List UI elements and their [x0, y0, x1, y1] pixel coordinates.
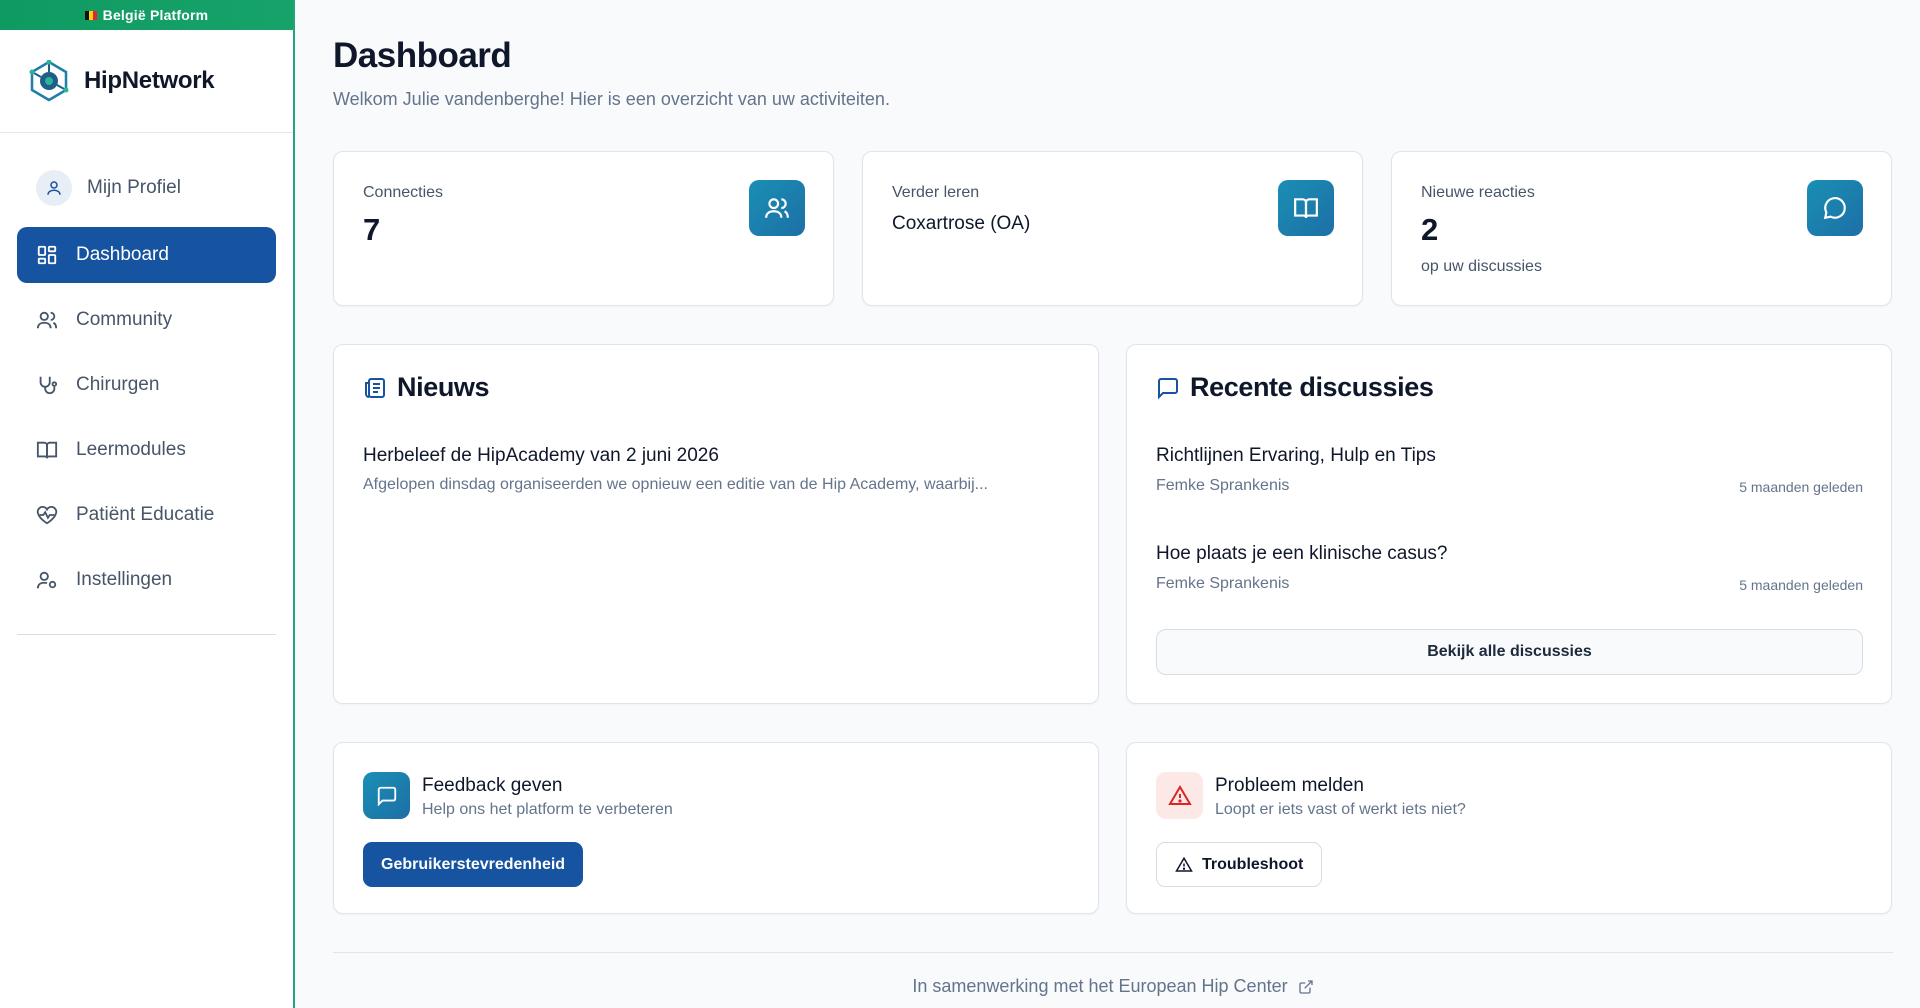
sidebar-item-community[interactable]: Community [17, 292, 276, 348]
news-item-excerpt: Afgelopen dinsdag organiseerden we opnie… [363, 476, 988, 493]
message-square-icon [1158, 377, 1178, 399]
sidebar-item-label: Dashboard [76, 244, 169, 265]
discussion-item[interactable]: Richtlijnen Ervaring, Hulp en Tips Femke… [1156, 445, 1863, 495]
belgium-flag-icon [84, 10, 97, 20]
discussion-title: Hoe plaats je een klinische casus? [1156, 543, 1448, 564]
stat-sub: op uw discussies [1421, 258, 1542, 275]
sidebar-item-label: Instellingen [76, 569, 173, 590]
user-satisfaction-button[interactable]: Gebruikerstevredenheid [363, 842, 584, 887]
platform-banner: België Platform [0, 0, 293, 30]
news-item-title: Herbeleef de HipAcademy van 2 juni 2026 [363, 445, 719, 466]
stat-label: Nieuwe reacties [1421, 184, 1535, 201]
discussions-card: Recente discussies Richtlijnen Ervaring,… [1126, 344, 1892, 704]
sidebar-item-label: Community [76, 309, 173, 330]
problem-card: Probleem melden Loopt er iets vast of we… [1126, 742, 1892, 914]
sidebar-item-leermodules[interactable]: Leermodules [17, 422, 276, 478]
sidebar-nav: Mijn Profiel Dashboard Community Chirurg… [0, 133, 293, 635]
page-subtitle: Welkom Julie vandenberghe! Hier is een o… [333, 89, 890, 109]
stat-value: Coxartrose (OA) [892, 213, 1031, 234]
user-icon [47, 181, 61, 195]
hipnetwork-logo-icon [29, 60, 69, 102]
external-link-icon [1298, 979, 1313, 994]
sidebar-item-label: Leermodules [76, 439, 186, 460]
brand-name: HipNetwork [84, 67, 215, 94]
footer-label: In samenwerking met het European Hip Cen… [912, 976, 1288, 996]
feedback-subtitle: Help ons het platform te verbeteren [422, 801, 673, 818]
discussion-time: 5 maanden geleden [1739, 479, 1863, 495]
page-title: Dashboard [333, 36, 512, 75]
stethoscope-icon [39, 376, 58, 395]
book-open-icon [1278, 180, 1334, 236]
troubleshoot-label: Troubleshoot [1202, 855, 1304, 873]
news-card: Nieuws Herbeleef de HipAcademy van 2 jun… [333, 344, 1099, 704]
sidebar-item-dashboard[interactable]: Dashboard [17, 227, 276, 283]
discussion-title: Richtlijnen Ervaring, Hulp en Tips [1156, 445, 1436, 466]
sidebar-item-patient-educatie[interactable]: Patiënt Educatie [17, 487, 276, 543]
stat-card-reactions[interactable]: Nieuwe reacties 2 op uw discussies [1391, 151, 1892, 306]
stat-card-learning[interactable]: Verder leren Coxartrose (OA) [862, 151, 1363, 306]
discussion-author: Femke Sprankenis [1156, 575, 1290, 592]
discussion-time: 5 maanden geleden [1739, 577, 1863, 593]
platform-banner-label: België Platform [102, 7, 209, 23]
message-square-icon [363, 772, 410, 819]
sidebar-item-instellingen[interactable]: Instellingen [17, 552, 276, 608]
stat-value: 7 [363, 212, 381, 247]
troubleshoot-button[interactable]: Troubleshoot [1156, 842, 1323, 887]
alert-triangle-icon [1156, 772, 1203, 819]
sidebar: België Platform HipNetwork Mijn Profiel … [0, 0, 295, 1008]
stat-label: Verder leren [892, 184, 980, 201]
heart-pulse-icon [36, 505, 58, 525]
sidebar-item-label: Mijn Profiel [87, 177, 181, 198]
sidebar-item-profile[interactable]: Mijn Profiel [17, 163, 276, 213]
brand[interactable]: HipNetwork [0, 30, 293, 133]
footer-link[interactable]: In samenwerking met het European Hip Cen… [333, 976, 1893, 997]
stat-value: 2 [1421, 212, 1439, 247]
discussion-item[interactable]: Hoe plaats je een klinische casus? Femke… [1156, 543, 1863, 593]
problem-subtitle: Loopt er iets vast of werkt iets niet? [1215, 801, 1466, 818]
book-open-icon [36, 441, 58, 459]
users-icon [36, 311, 58, 329]
feedback-title: Feedback geven [422, 775, 563, 796]
discussion-author: Femke Sprankenis [1156, 477, 1290, 494]
avatar [36, 170, 72, 206]
newspaper-icon [365, 377, 385, 398]
news-header: Nieuws [363, 372, 490, 403]
problem-title: Probleem melden [1215, 775, 1364, 796]
dashboard-icon [37, 245, 57, 265]
news-title: Nieuws [397, 372, 490, 402]
footer-divider [333, 952, 1893, 953]
sidebar-divider [17, 634, 276, 635]
discussions-title: Recente discussies [1190, 372, 1434, 402]
stat-card-connections[interactable]: Connecties 7 [333, 151, 834, 306]
stat-label: Connecties [363, 184, 444, 201]
view-all-discussions-button[interactable]: Bekijk alle discussies [1156, 629, 1863, 675]
sidebar-item-chirurgen[interactable]: Chirurgen [17, 357, 276, 413]
message-circle-icon [1807, 180, 1863, 236]
discussions-header: Recente discussies [1156, 372, 1434, 403]
feedback-card: Feedback geven Help ons het platform te … [333, 742, 1099, 914]
sidebar-item-label: Chirurgen [76, 374, 160, 395]
users-icon [749, 180, 805, 236]
user-cog-icon [36, 571, 57, 589]
sidebar-item-label: Patiënt Educatie [76, 504, 215, 525]
alert-triangle-icon [1175, 856, 1193, 872]
